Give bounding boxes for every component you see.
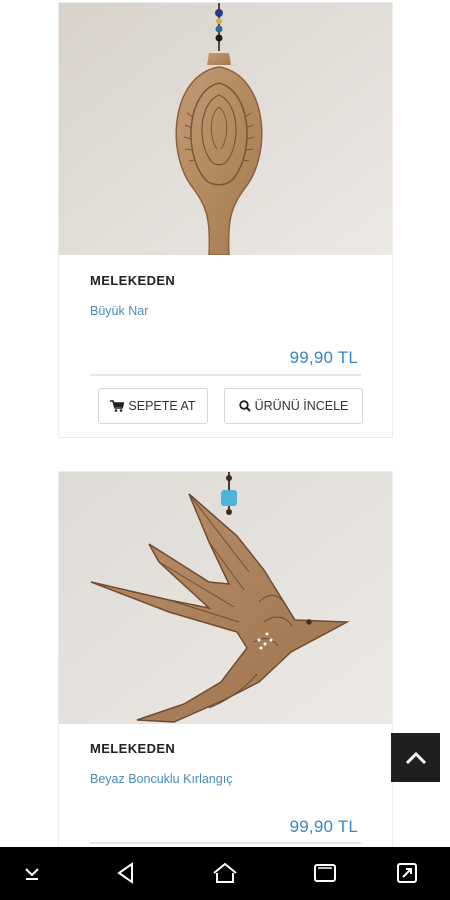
divider	[90, 374, 361, 376]
view-product-button[interactable]: ÜRÜNÜ İNCELE	[224, 388, 363, 424]
add-to-cart-label: SEPETE AT	[128, 399, 196, 413]
recents-icon	[314, 864, 336, 882]
product-image-kirlangic[interactable]	[59, 472, 392, 724]
product-price: 99,90 TL	[289, 817, 358, 836]
home-button[interactable]	[205, 855, 245, 891]
product-brand: MELEKEDEN	[90, 741, 176, 756]
collapse-down-icon	[25, 868, 39, 880]
back-button[interactable]	[106, 855, 146, 891]
scroll-to-top-button[interactable]	[391, 733, 440, 782]
system-navigation-bar	[0, 847, 450, 900]
home-icon	[213, 862, 237, 883]
divider	[90, 842, 361, 844]
screenshot-icon	[397, 863, 417, 883]
back-icon	[117, 862, 133, 884]
screenshot-button[interactable]	[387, 855, 427, 891]
product-card: MELEKEDEN Beyaz Boncuklu Kırlangıç 99,90…	[58, 471, 393, 861]
add-to-cart-button[interactable]: SEPETE AT	[98, 388, 208, 424]
recents-button[interactable]	[305, 855, 345, 891]
cart-icon	[110, 400, 125, 412]
product-image-buyuk-nar[interactable]	[59, 3, 392, 255]
product-name-link[interactable]: Büyük Nar	[90, 304, 148, 318]
chevron-up-icon	[405, 751, 426, 764]
view-product-label: ÜRÜNÜ İNCELE	[254, 399, 349, 413]
collapse-down-button[interactable]	[12, 855, 52, 891]
search-icon	[238, 400, 251, 412]
product-brand: MELEKEDEN	[90, 273, 176, 288]
product-card: MELEKEDEN Büyük Nar 99,90 TL SEPETE AT Ü…	[58, 2, 393, 438]
product-price: 99,90 TL	[289, 348, 358, 367]
product-name-link[interactable]: Beyaz Boncuklu Kırlangıç	[90, 772, 232, 786]
